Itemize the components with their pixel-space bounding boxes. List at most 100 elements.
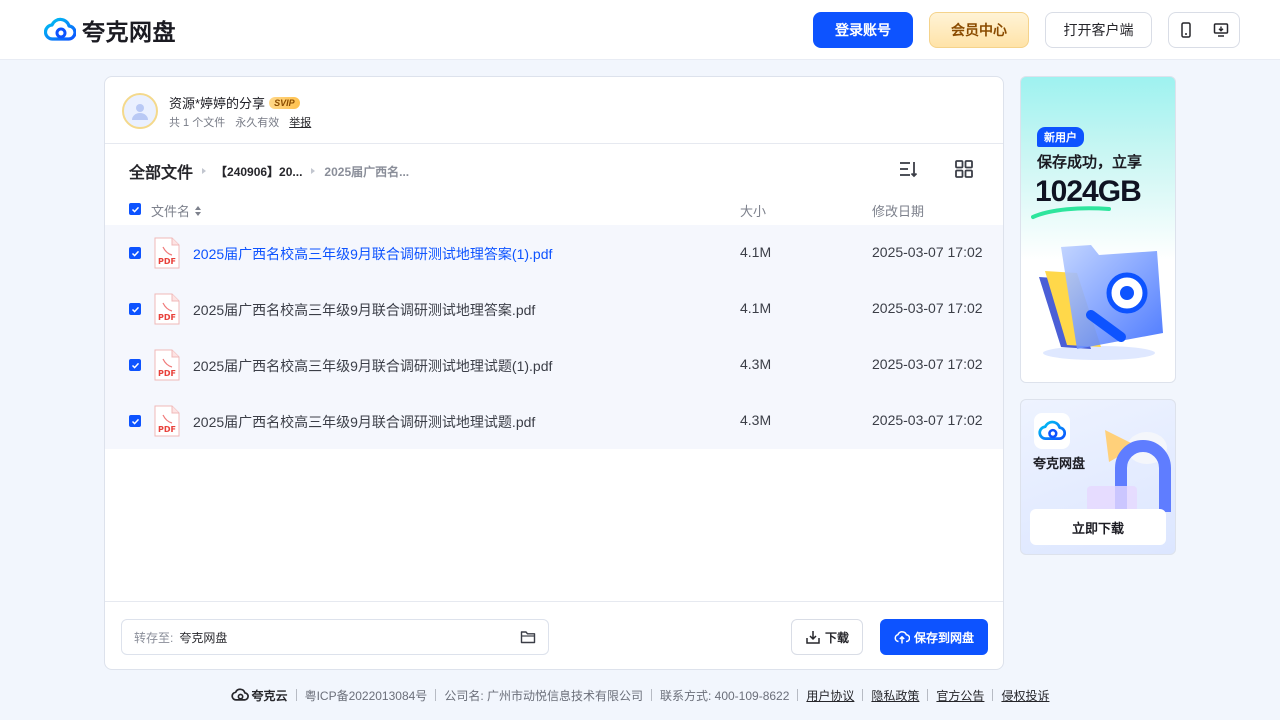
table-header: 文件名 大小 修改日期 xyxy=(105,199,1003,221)
save-to-label: 转存至: xyxy=(134,630,174,645)
breadcrumb-item[interactable]: 【240906】20... xyxy=(215,163,302,180)
pdf-file-icon: PDF xyxy=(154,293,180,325)
select-all-checkbox[interactable] xyxy=(129,203,141,215)
file-size: 4.3M xyxy=(740,356,772,372)
desktop-icon[interactable] xyxy=(1213,22,1229,38)
footer-icp: 粤ICP备2022013084号 xyxy=(304,688,428,703)
app-illustration-icon xyxy=(1087,430,1171,512)
check-icon xyxy=(131,362,139,369)
column-date-header: 修改日期 xyxy=(872,204,925,219)
column-name-header[interactable]: 文件名 xyxy=(151,201,202,220)
avatar xyxy=(122,93,158,129)
svip-badge: SVIP xyxy=(269,96,300,109)
user-icon xyxy=(132,104,148,120)
table-row[interactable]: PDF 2025届广西名校高三年级9月联合调研测试地理试题.pdf 4.3M 2… xyxy=(105,393,1003,449)
cloud-logo-icon xyxy=(1038,420,1066,440)
vip-center-button[interactable]: 会员中心 xyxy=(929,12,1029,48)
row-checkbox[interactable] xyxy=(129,247,141,259)
row-checkbox[interactable] xyxy=(129,359,141,371)
footer-brand: 夸克云 xyxy=(230,687,288,704)
svg-text:PDF: PDF xyxy=(158,313,176,322)
footer-divider xyxy=(992,689,994,701)
share-card: 资源*婷婷的分享 SVIP 共 1 个文件 永久有效 举报 全部文件 【2409… xyxy=(104,76,1004,670)
file-date: 2025-03-07 17:02 xyxy=(872,244,983,260)
promo-headline: 保存成功，立享 xyxy=(1037,154,1143,171)
share-title-row: 资源*婷婷的分享 SVIP xyxy=(169,93,300,112)
file-date: 2025-03-07 17:02 xyxy=(872,300,983,316)
check-icon xyxy=(131,250,139,257)
pdf-file-icon: PDF xyxy=(154,237,180,269)
promo-banner-app[interactable]: 夸克网盘 立即下载 xyxy=(1020,399,1176,555)
check-icon xyxy=(131,206,139,213)
file-size: 4.1M xyxy=(740,300,772,316)
file-size: 4.1M xyxy=(740,244,772,260)
svg-text:PDF: PDF xyxy=(158,369,176,378)
breadcrumb-separator-icon xyxy=(202,168,207,174)
new-user-badge: 新用户 xyxy=(1037,127,1084,147)
footer-link-user-agreement[interactable]: 用户协议 xyxy=(806,687,854,704)
save-to-value: 夸克网盘 xyxy=(179,630,228,645)
table-row[interactable]: PDF 2025届广西名校高三年级9月联合调研测试地理答案.pdf 4.1M 2… xyxy=(105,281,1003,337)
download-button[interactable]: 下载 xyxy=(791,619,863,655)
validity: 永久有效 xyxy=(235,117,280,129)
footer-divider xyxy=(862,689,864,701)
sort-toggle-icon[interactable] xyxy=(194,205,202,217)
file-list: PDF 2025届广西名校高三年级9月联合调研测试地理答案(1).pdf 4.1… xyxy=(105,225,1003,449)
share-meta: 共 1 个文件 永久有效 举报 xyxy=(169,114,311,130)
footer-brand-label: 夸克云 xyxy=(251,688,288,703)
pdf-file-icon: PDF xyxy=(154,349,180,381)
phone-icon[interactable] xyxy=(1179,22,1193,38)
footer-contact: 联系方式: 400-109-8622 xyxy=(659,688,790,703)
swoosh-icon xyxy=(1031,206,1111,219)
promo-banner-storage[interactable]: 新用户 保存成功，立享 1024GB xyxy=(1020,76,1176,383)
breadcrumb-current: 2025届广西名... xyxy=(324,164,410,179)
app-icon-box xyxy=(1034,413,1070,449)
open-client-button[interactable]: 打开客户端 xyxy=(1045,12,1152,48)
device-download-button[interactable] xyxy=(1168,12,1240,48)
app-name: 夸克网盘 xyxy=(1033,456,1086,471)
file-date: 2025-03-07 17:02 xyxy=(872,356,983,372)
save-to-selector[interactable]: 转存至: 夸克网盘 xyxy=(121,619,549,655)
file-name[interactable]: 2025届广西名校高三年级9月联合调研测试地理试题.pdf xyxy=(193,412,535,432)
footer-link-announcements[interactable]: 官方公告 xyxy=(936,687,984,704)
logo[interactable]: 夸克网盘 xyxy=(44,15,176,45)
footer-divider xyxy=(650,689,652,701)
footer-divider xyxy=(927,689,929,701)
table-row[interactable]: PDF 2025届广西名校高三年级9月联合调研测试地理试题(1).pdf 4.3… xyxy=(105,337,1003,393)
column-size-header: 大小 xyxy=(740,204,767,219)
share-title: 资源*婷婷的分享 xyxy=(169,96,266,111)
file-date: 2025-03-07 17:02 xyxy=(872,412,983,428)
sort-icon[interactable] xyxy=(898,159,918,179)
save-to-drive-label: 保存到网盘 xyxy=(913,630,974,645)
file-size: 4.3M xyxy=(740,412,772,428)
download-label: 下载 xyxy=(824,630,849,645)
cloud-upload-icon xyxy=(894,631,910,644)
footer-divider xyxy=(295,689,297,701)
check-icon xyxy=(131,306,139,313)
download-app-button[interactable]: 立即下载 xyxy=(1030,509,1166,545)
report-link[interactable]: 举报 xyxy=(289,114,311,130)
footer-link-privacy[interactable]: 隐私政策 xyxy=(871,687,919,704)
table-row[interactable]: PDF 2025届广西名校高三年级9月联合调研测试地理答案(1).pdf 4.1… xyxy=(105,225,1003,281)
breadcrumb-root[interactable]: 全部文件 xyxy=(129,159,193,183)
file-name[interactable]: 2025届广西名校高三年级9月联合调研测试地理答案(1).pdf xyxy=(193,244,552,264)
row-checkbox[interactable] xyxy=(129,303,141,315)
action-bar: 转存至: 夸克网盘 下载 保存到网盘 xyxy=(105,601,1003,669)
file-count: 共 1 个文件 xyxy=(169,117,226,129)
share-header: 资源*婷婷的分享 SVIP 共 1 个文件 永久有效 举报 xyxy=(105,77,1003,144)
folder-icon[interactable] xyxy=(520,629,536,645)
top-header: 夸克网盘 登录账号 会员中心 打开客户端 xyxy=(0,0,1280,60)
login-button[interactable]: 登录账号 xyxy=(813,12,913,48)
file-name[interactable]: 2025届广西名校高三年级9月联合调研测试地理答案.pdf xyxy=(193,300,535,320)
save-to-drive-button[interactable]: 保存到网盘 xyxy=(880,619,988,655)
folder-illustration-icon xyxy=(1039,245,1163,360)
grid-view-icon[interactable] xyxy=(954,159,974,179)
download-icon xyxy=(806,631,820,644)
svg-text:PDF: PDF xyxy=(158,425,176,434)
row-checkbox[interactable] xyxy=(129,415,141,427)
file-name[interactable]: 2025届广西名校高三年级9月联合调研测试地理试题(1).pdf xyxy=(193,356,552,376)
footer-link-infringement[interactable]: 侵权投诉 xyxy=(1001,687,1049,704)
breadcrumb-separator-icon xyxy=(311,168,316,174)
column-name-label: 文件名 xyxy=(151,204,191,219)
footer-divider xyxy=(435,689,437,701)
